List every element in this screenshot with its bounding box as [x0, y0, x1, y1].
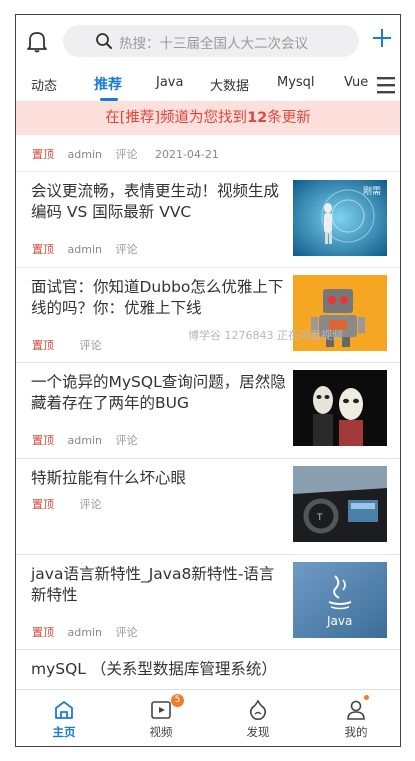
comment-link[interactable]: 评论: [115, 434, 137, 447]
svg-text:T: T: [316, 513, 323, 523]
author: admin: [67, 148, 102, 161]
nav-profile[interactable]: 我的: [326, 690, 386, 746]
article-meta: 置顶 admin 评论: [32, 624, 151, 640]
article-meta: 置顶 评论: [32, 337, 116, 353]
list-item[interactable]: java语言新特性_Java8新特性-语言新特性 置顶 admin 评论 Jav…: [16, 554, 400, 650]
plus-icon[interactable]: [371, 27, 393, 49]
tab-java[interactable]: Java: [156, 75, 183, 90]
update-banner: 在[推荐]频道为您找到12条更新: [16, 101, 400, 135]
nav-label: 主页: [52, 725, 76, 739]
article-title: java语言新特性_Java8新特性-语言新特性: [31, 565, 275, 604]
author: admin: [67, 243, 102, 256]
watermark-text: 博学谷 1276843 正在观看视频: [188, 329, 343, 342]
video-icon: [151, 701, 171, 719]
banner-prefix: 在[推荐]频道为您找到: [105, 110, 248, 126]
author: admin: [67, 434, 102, 447]
profile-icon: [347, 700, 365, 720]
pin-tag: 置顶: [32, 434, 54, 447]
menu-icon[interactable]: [376, 74, 396, 96]
comment-link[interactable]: 评论: [115, 243, 137, 256]
notification-dot: [364, 695, 369, 700]
svg-text:刚需: 刚需: [363, 186, 381, 197]
article-meta: 置顶 评论: [32, 496, 116, 512]
masks-image: [293, 370, 387, 446]
tab-mysql[interactable]: Mysql: [277, 75, 315, 90]
search-bar[interactable]: 热搜：十三届全国人大二次会议: [63, 25, 359, 57]
top-bar: 热搜：十三届全国人大二次会议: [16, 15, 400, 67]
video-badge: 5: [171, 694, 184, 707]
banner-count: 12: [247, 110, 268, 126]
article-title: 会议更流畅，表情更生动！视频生成编码 VS 国际最新 VVC: [31, 182, 280, 221]
article-meta: 置顶 admin 评论: [32, 241, 151, 257]
pin-tag: 置顶: [32, 498, 54, 511]
pin-tag: 置顶: [32, 148, 54, 161]
banner-suffix: 条更新: [267, 110, 311, 126]
tab-recommend[interactable]: 推荐: [94, 74, 122, 94]
list-item[interactable]: 一个诡异的MySQL查询问题，居然隐藏着存在了两年的BUG 置顶 admin 评…: [16, 362, 400, 459]
list-item[interactable]: 特斯拉能有什么坏心眼 置顶 评论 T: [16, 458, 400, 555]
tesla-dashboard-image: T: [293, 466, 387, 542]
article-title: mySQL （关系型数据库管理系统）: [31, 660, 277, 678]
comment-link[interactable]: 评论: [115, 626, 137, 639]
nav-home[interactable]: 主页: [34, 690, 94, 746]
channel-tabs: 动态 推荐 Java 大数据 Mysql Vue: [16, 69, 400, 101]
home-icon: [55, 701, 73, 719]
svg-text:Java: Java: [326, 614, 352, 628]
search-placeholder: 热搜：十三届全国人大二次会议: [119, 36, 308, 52]
pin-tag: 置顶: [32, 243, 54, 256]
tab-bigdata[interactable]: 大数据: [210, 75, 249, 94]
phone-frame: 热搜：十三届全国人大二次会议 动态 推荐 Java 大数据 Mysql Vue …: [15, 14, 401, 747]
comment-link[interactable]: 评论: [115, 148, 137, 161]
search-icon: [96, 33, 112, 49]
article-title: 一个诡异的MySQL查询问题，居然隐藏着存在了两年的BUG: [31, 373, 286, 412]
java-logo-image: Java: [293, 562, 387, 638]
list-item[interactable]: mySQL （关系型数据库管理系统）: [16, 649, 400, 690]
comment-link[interactable]: 评论: [80, 498, 102, 511]
list-item[interactable]: 会议更流畅，表情更生动！视频生成编码 VS 国际最新 VVC 置顶 admin …: [16, 171, 400, 268]
nav-label: 视频: [149, 725, 173, 739]
nav-video[interactable]: 5 视频: [131, 690, 191, 746]
article-title: 面试官：你知道Dubbo怎么优雅上下线的吗？你：优雅上下线: [31, 278, 284, 317]
list-item[interactable]: 面试官：你知道Dubbo怎么优雅上下线的吗？你：优雅上下线 置顶 评论: [16, 267, 400, 363]
article-meta: 置顶 admin 评论: [32, 432, 151, 448]
pin-tag: 置顶: [32, 626, 54, 639]
date: 2021-04-21: [154, 148, 219, 161]
tab-vue[interactable]: Vue: [344, 75, 368, 90]
pin-tag: 置顶: [32, 339, 54, 352]
tab-dynamic[interactable]: 动态: [31, 75, 57, 94]
pinned-meta: 置顶 admin 评论 2021-04-21: [32, 146, 219, 162]
comment-link[interactable]: 评论: [80, 339, 102, 352]
article-title: 特斯拉能有什么坏心眼: [31, 469, 187, 487]
nav-label: 发现: [246, 725, 270, 739]
nav-label: 我的: [344, 725, 368, 739]
bottom-nav: 主页 5 视频 发现 我的: [16, 689, 400, 746]
discover-icon: [249, 699, 267, 720]
author: admin: [67, 626, 102, 639]
bell-icon[interactable]: [26, 29, 48, 53]
video-codec-image: 刚需: [293, 180, 387, 256]
nav-discover[interactable]: 发现: [228, 690, 288, 746]
